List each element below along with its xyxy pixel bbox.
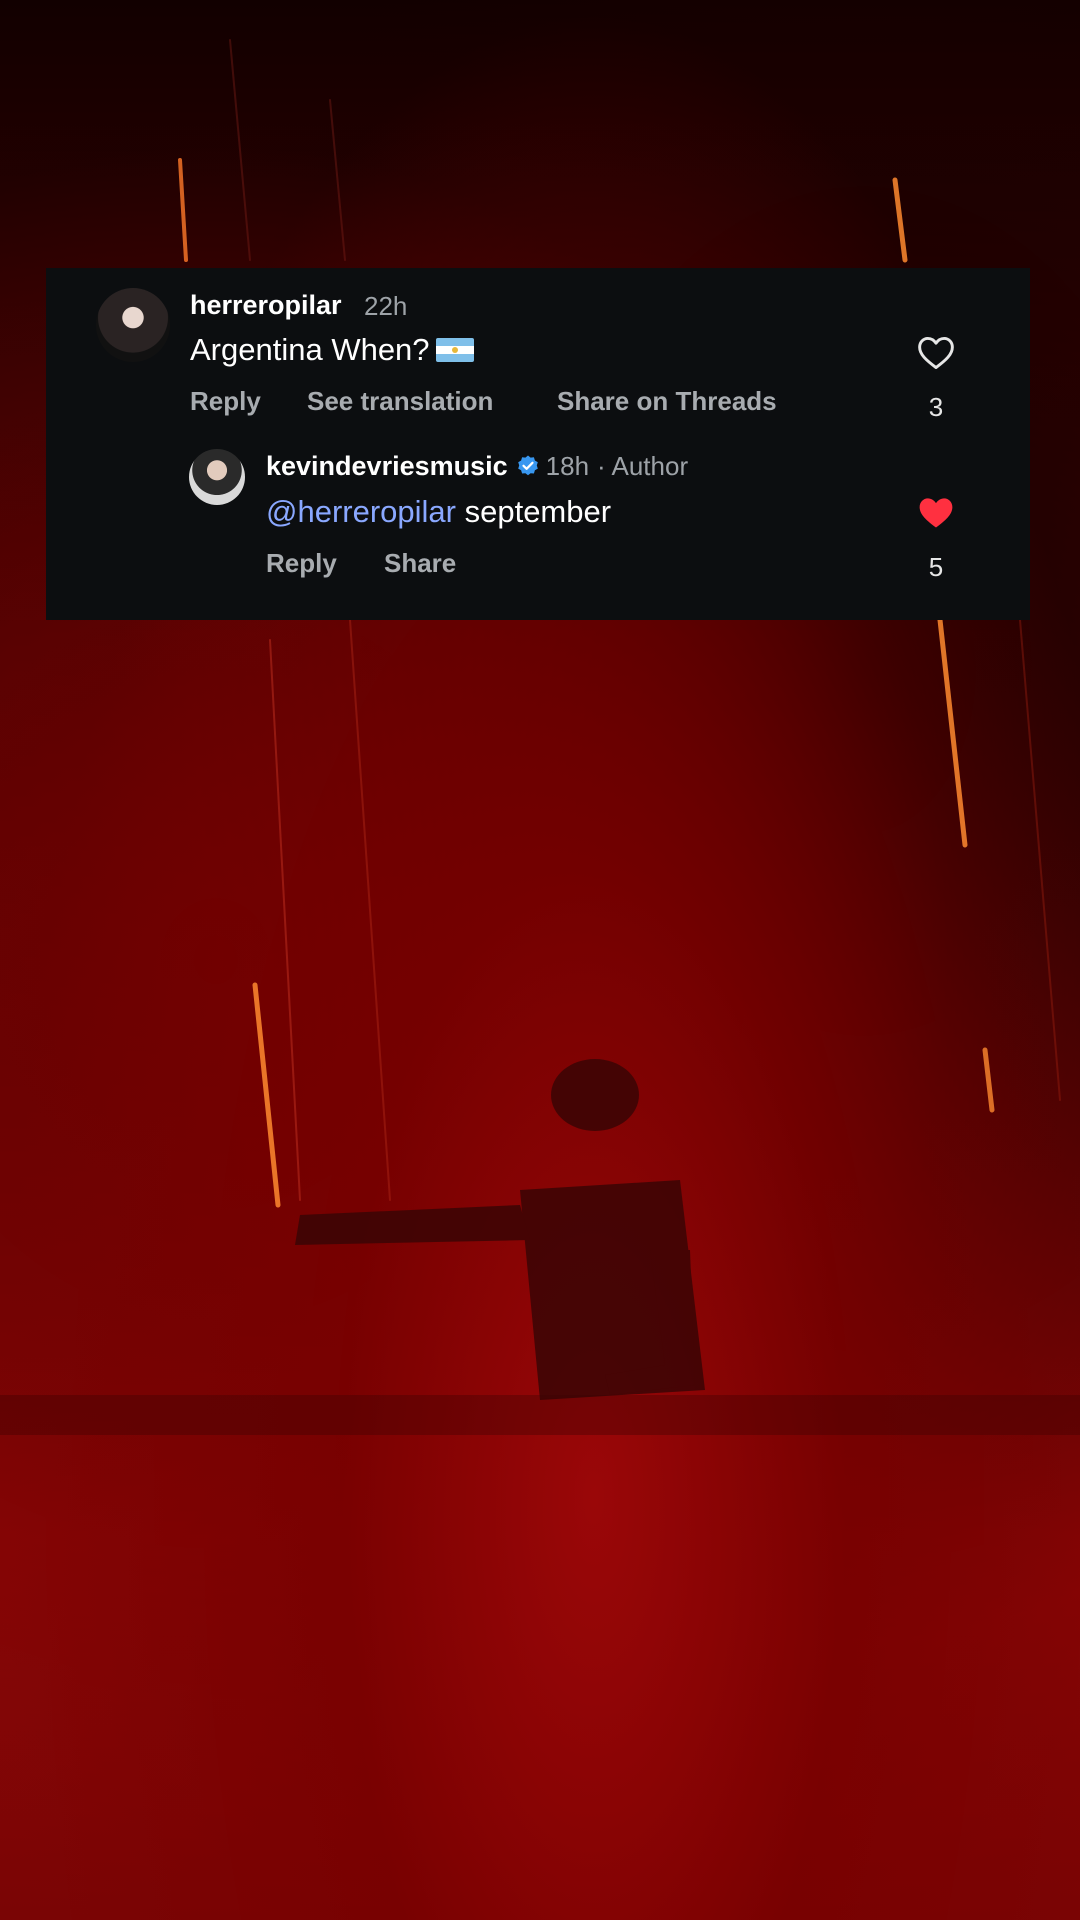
- reply-like-count: 5: [928, 552, 944, 582]
- comment-username[interactable]: herreropilar: [190, 290, 342, 321]
- reply-text-row: @herreropilar september: [266, 494, 611, 530]
- reply-username[interactable]: kevindevriesmusic: [266, 451, 508, 481]
- reply-text: september: [455, 494, 612, 529]
- reply-share-button[interactable]: Share: [384, 548, 456, 579]
- comment-time: 22h: [364, 291, 408, 321]
- comment-text-row: Argentina When?: [190, 332, 474, 368]
- reply-button[interactable]: Reply: [190, 386, 261, 417]
- author-label: · Author: [597, 451, 689, 481]
- heart-filled-icon[interactable]: [916, 494, 956, 530]
- verified-badge-icon: [517, 455, 538, 476]
- comment-like-count: 3: [928, 392, 944, 422]
- comment-text: Argentina When?: [190, 332, 430, 367]
- reply-reply-button[interactable]: Reply: [266, 548, 337, 579]
- avatar[interactable]: [96, 288, 170, 362]
- see-translation-button[interactable]: See translation: [307, 386, 493, 417]
- heart-outline-icon[interactable]: [916, 334, 956, 370]
- reply-time: 18h: [545, 451, 590, 481]
- share-on-threads-button[interactable]: Share on Threads: [557, 386, 777, 417]
- comment-card: herreropilar 22h Argentina When? Reply S…: [46, 268, 1030, 620]
- reply-avatar[interactable]: [189, 449, 245, 505]
- reply-username-row: kevindevriesmusic 18h · Author: [266, 451, 688, 482]
- argentina-flag-icon: [435, 338, 474, 362]
- mention-link[interactable]: @herreropilar: [266, 494, 456, 529]
